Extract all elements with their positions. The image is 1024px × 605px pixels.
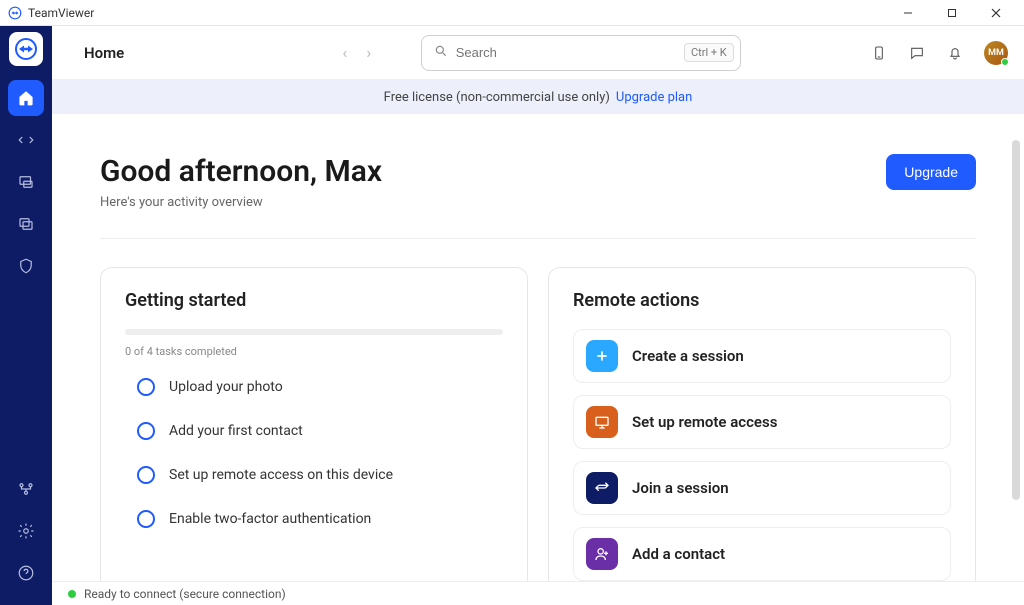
- user-plus-icon: [586, 538, 618, 570]
- task-circle-icon: [137, 378, 155, 396]
- task-circle-icon: [137, 466, 155, 484]
- window-maximize-button[interactable]: [932, 1, 972, 25]
- action-label: Set up remote access: [632, 413, 777, 431]
- swap-icon: [586, 472, 618, 504]
- sidebar-item-workflows[interactable]: [8, 471, 44, 507]
- task-item[interactable]: Enable two-factor authentication: [137, 510, 503, 528]
- task-circle-icon: [137, 422, 155, 440]
- nav-arrows: ‹ ›: [333, 43, 381, 62]
- sidebar-item-help[interactable]: [8, 555, 44, 591]
- bell-icon[interactable]: [946, 44, 964, 62]
- progress-label: 0 of 4 tasks completed: [125, 345, 503, 358]
- license-text: Free license (non-commercial use only): [384, 90, 610, 105]
- task-label: Enable two-factor authentication: [169, 511, 371, 527]
- search-input[interactable]: [456, 45, 676, 60]
- task-circle-icon: [137, 510, 155, 528]
- action-setup-remote-access[interactable]: Set up remote access: [573, 395, 951, 449]
- action-join-session[interactable]: Join a session: [573, 461, 951, 515]
- task-item[interactable]: Set up remote access on this device: [137, 466, 503, 484]
- app-logo[interactable]: [9, 32, 43, 66]
- remote-actions-card: Remote actions Create a session: [548, 267, 976, 581]
- sidebar-item-security[interactable]: [8, 248, 44, 284]
- getting-started-title: Getting started: [125, 290, 503, 311]
- window-minimize-button[interactable]: [888, 1, 928, 25]
- sidebar-item-devices[interactable]: [8, 164, 44, 200]
- task-item[interactable]: Upload your photo: [137, 378, 503, 396]
- task-item[interactable]: Add your first contact: [137, 422, 503, 440]
- action-add-contact[interactable]: Add a contact: [573, 527, 951, 581]
- sidebar-item-settings[interactable]: [8, 513, 44, 549]
- status-dot-icon: [68, 590, 76, 598]
- nav-forward-button[interactable]: ›: [357, 43, 381, 62]
- action-label: Add a contact: [632, 545, 725, 563]
- avatar-initials: MM: [988, 48, 1004, 58]
- upgrade-button[interactable]: Upgrade: [886, 154, 976, 190]
- license-banner: Free license (non-commercial use only) U…: [52, 80, 1024, 114]
- nav-back-button[interactable]: ‹: [333, 43, 357, 62]
- teamviewer-icon: [8, 6, 22, 20]
- device-icon[interactable]: [870, 44, 888, 62]
- search-shortcut: Ctrl + K: [684, 43, 734, 62]
- main-panel: Home ‹ › Ctrl + K: [52, 26, 1024, 605]
- upgrade-plan-link[interactable]: Upgrade plan: [616, 90, 692, 105]
- task-label: Upload your photo: [169, 379, 283, 395]
- sidebar-item-home[interactable]: [8, 80, 44, 116]
- window-title: TeamViewer: [28, 6, 94, 20]
- sidebar: [0, 26, 52, 605]
- task-label: Add your first contact: [169, 423, 303, 439]
- search-box[interactable]: Ctrl + K: [421, 35, 741, 71]
- action-label: Join a session: [632, 479, 729, 497]
- task-label: Set up remote access on this device: [169, 467, 393, 483]
- avatar[interactable]: MM: [984, 41, 1008, 65]
- action-create-session[interactable]: Create a session: [573, 329, 951, 383]
- action-label: Create a session: [632, 347, 744, 365]
- progress-bar: [125, 329, 503, 335]
- remote-actions-title: Remote actions: [573, 290, 951, 311]
- status-bar: Ready to connect (secure connection): [52, 581, 1024, 605]
- plus-icon: [586, 340, 618, 372]
- search-icon: [434, 43, 448, 62]
- monitor-icon: [586, 406, 618, 438]
- sidebar-item-remote[interactable]: [8, 122, 44, 158]
- top-header: Home ‹ › Ctrl + K: [52, 26, 1024, 80]
- window-close-button[interactable]: [976, 1, 1016, 25]
- window-titlebar: TeamViewer: [0, 0, 1024, 26]
- status-text: Ready to connect (secure connection): [84, 587, 286, 601]
- content-scroll[interactable]: Good afternoon, Max Here's your activity…: [52, 114, 1024, 581]
- sidebar-item-sessions[interactable]: [8, 206, 44, 242]
- page-title: Home: [84, 44, 124, 62]
- greeting-title: Good afternoon, Max: [100, 154, 382, 189]
- getting-started-card: Getting started 0 of 4 tasks completed U…: [100, 267, 528, 581]
- status-dot-icon: [1001, 58, 1009, 66]
- greeting-subtitle: Here's your activity overview: [100, 195, 382, 210]
- chat-icon[interactable]: [908, 44, 926, 62]
- scrollbar[interactable]: [1012, 140, 1020, 500]
